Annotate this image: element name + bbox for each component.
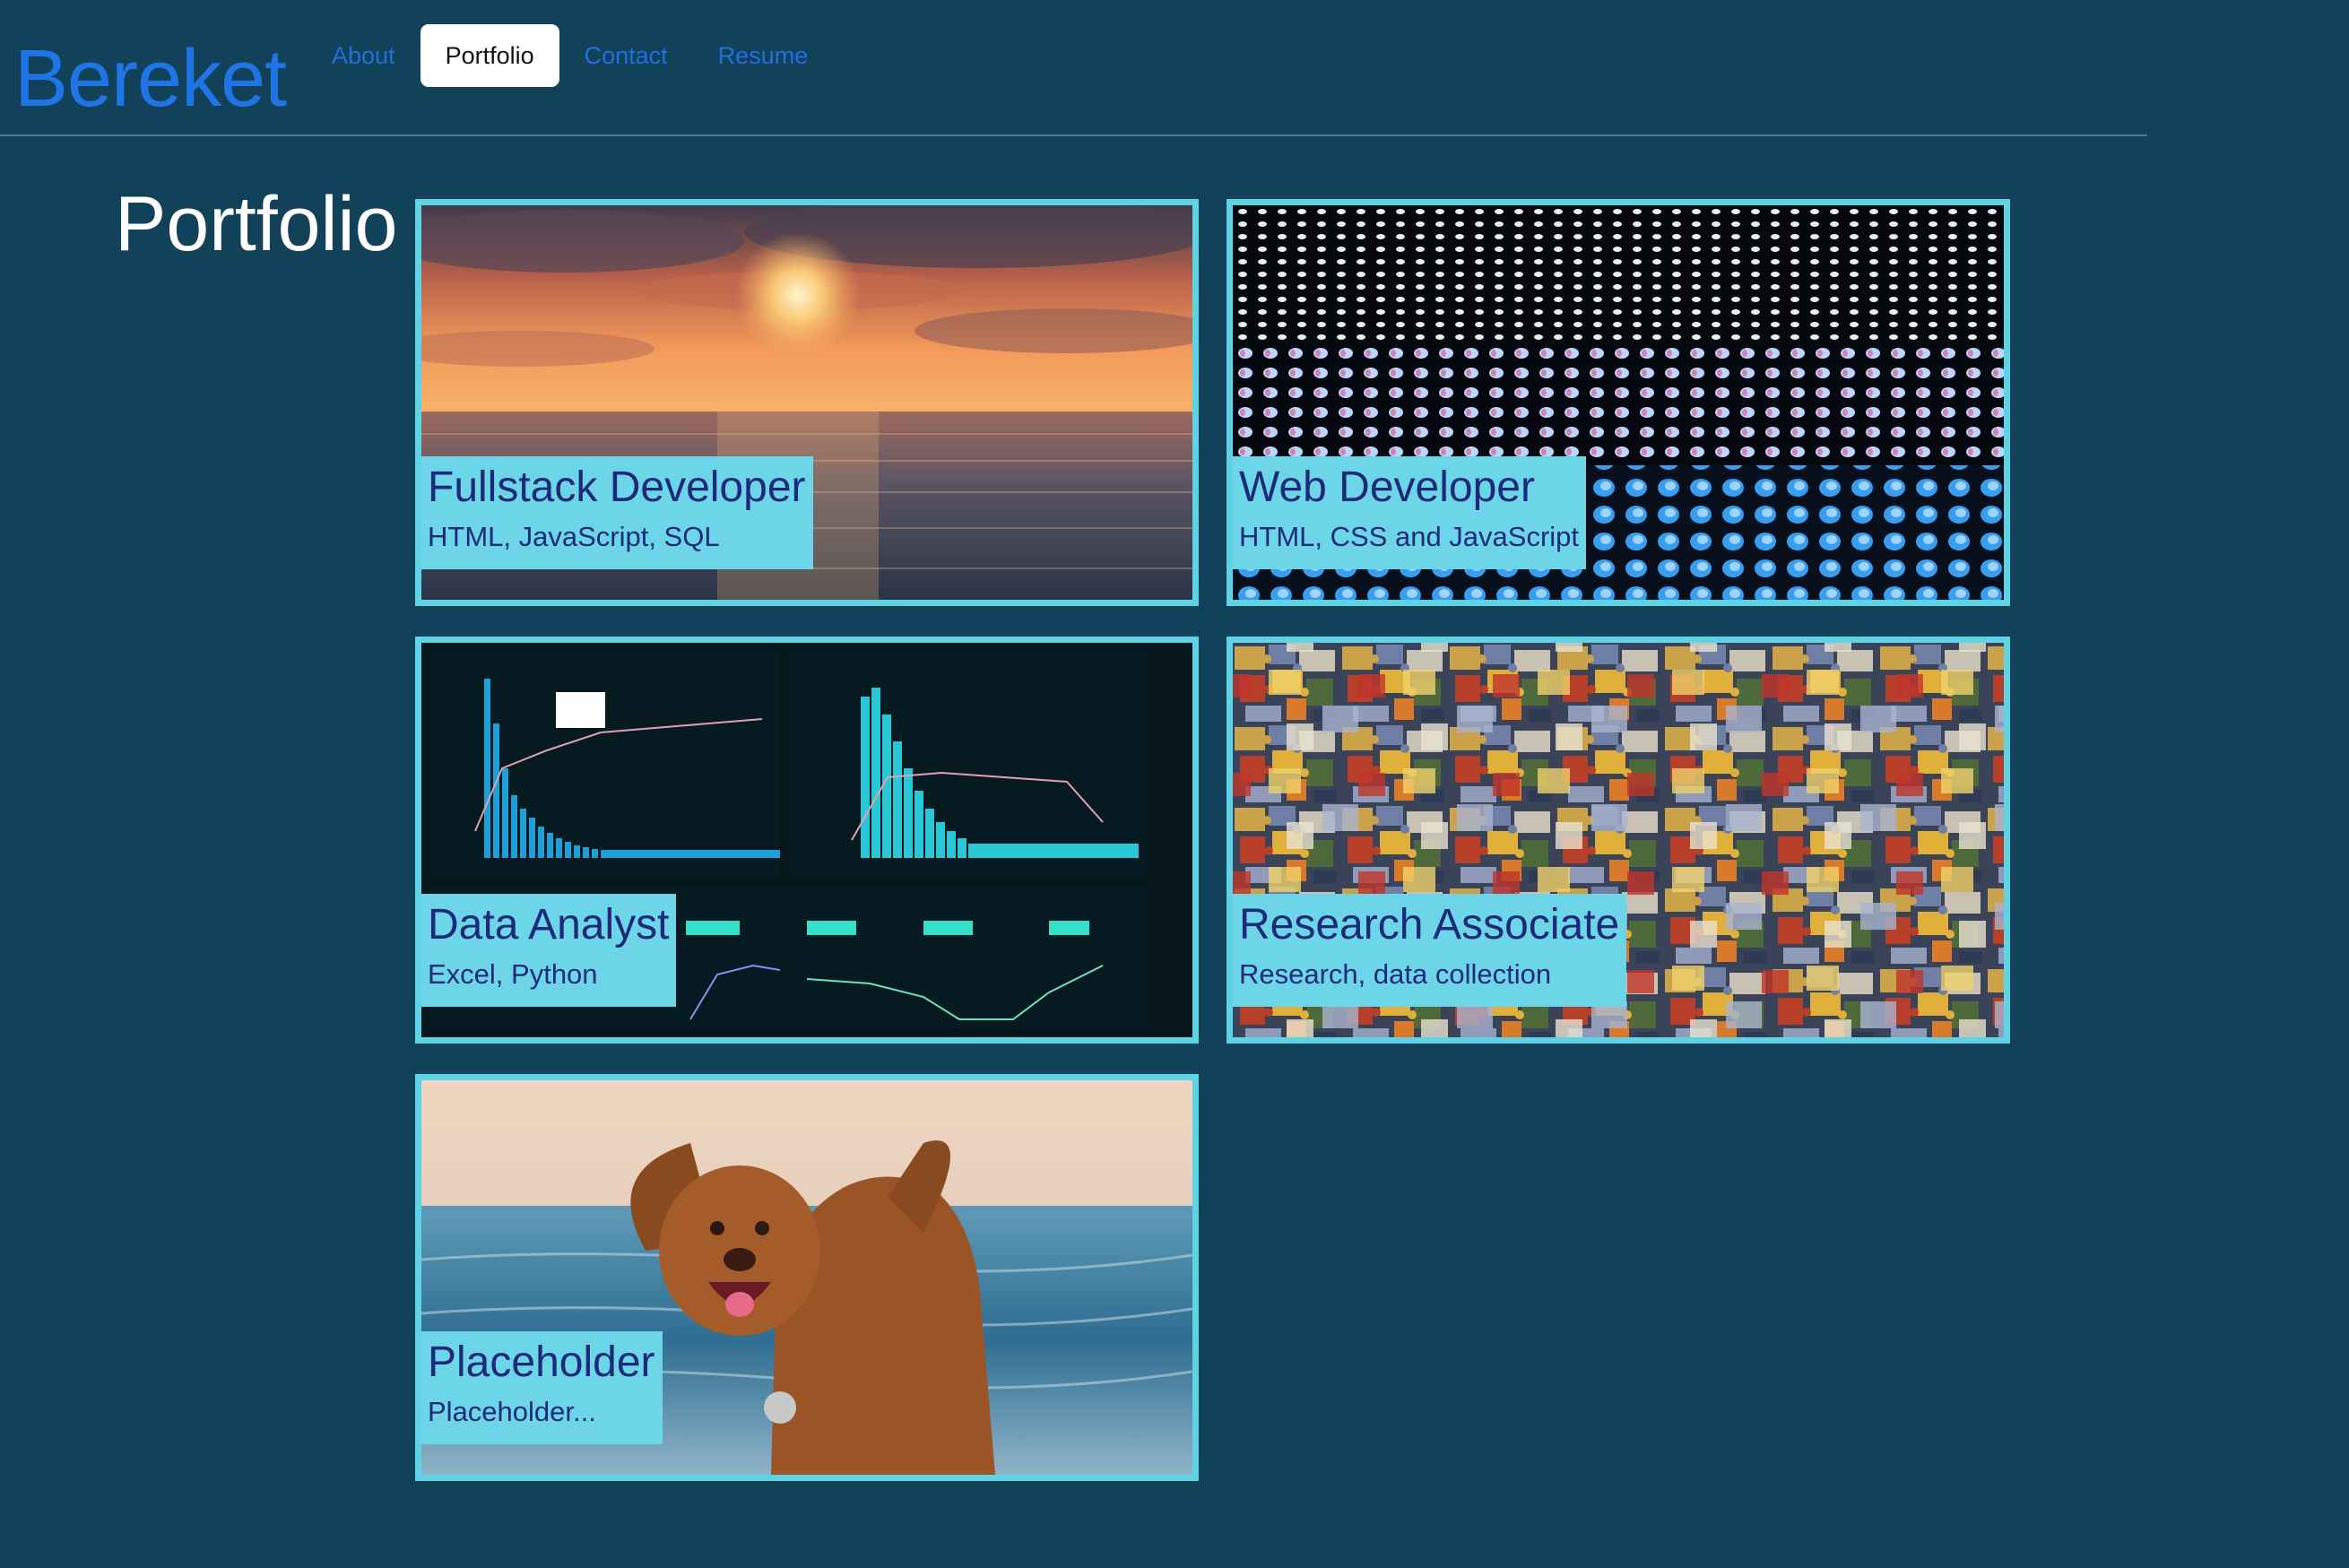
card-subtitle: HTML, CSS and JavaScript — [1239, 521, 1580, 552]
site-header: Bereket About Portfolio Contact Resume — [0, 0, 2147, 136]
portfolio-card-fullstack[interactable]: Fullstack Developer HTML, JavaScript, SQ… — [415, 199, 1199, 606]
card-title: Research Associate — [1239, 901, 1620, 949]
card-caption: Fullstack Developer HTML, JavaScript, SQ… — [421, 456, 813, 569]
card-caption: Data Analyst Excel, Python — [421, 894, 677, 1007]
card-subtitle: HTML, JavaScript, SQL — [428, 521, 720, 552]
main-nav: About Portfolio Contact Resume — [307, 24, 833, 87]
card-title: Data Analyst — [428, 901, 670, 949]
portfolio-card-web-developer[interactable]: Web Developer HTML, CSS and JavaScript — [1227, 199, 2010, 606]
nav-link-about[interactable]: About — [307, 24, 420, 87]
card-subtitle: Placeholder... — [428, 1396, 596, 1427]
card-subtitle: Research, data collection — [1239, 958, 1552, 990]
nav-link-contact[interactable]: Contact — [559, 24, 693, 87]
brand-logo[interactable]: Bereket — [14, 34, 287, 124]
card-subtitle: Excel, Python — [428, 958, 598, 990]
portfolio-card-research-associate[interactable]: Research Associate Research, data collec… — [1227, 637, 2010, 1044]
page-title: Portfolio — [115, 181, 398, 267]
portfolio-card-data-analyst[interactable]: Data Analyst Excel, Python — [415, 637, 1199, 1044]
card-title: Placeholder — [428, 1338, 655, 1386]
card-caption: Web Developer HTML, CSS and JavaScript — [1233, 456, 1587, 569]
nav-link-resume[interactable]: Resume — [693, 24, 834, 87]
card-title: Fullstack Developer — [428, 463, 806, 511]
portfolio-card-placeholder[interactable]: Placeholder Placeholder... — [415, 1074, 1199, 1481]
nav-link-portfolio[interactable]: Portfolio — [420, 24, 559, 87]
card-title: Web Developer — [1239, 463, 1535, 511]
card-caption: Placeholder Placeholder... — [421, 1331, 663, 1444]
card-caption: Research Associate Research, data collec… — [1233, 894, 1627, 1007]
